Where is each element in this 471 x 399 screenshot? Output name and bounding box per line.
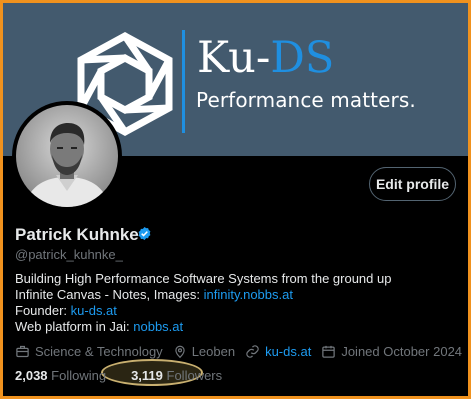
handle: @patrick_kuhnke_ bbox=[15, 247, 123, 262]
following-label: Following bbox=[51, 368, 107, 383]
meta-joined-label: Joined October 2024 bbox=[341, 344, 463, 359]
bio-line: Founder: ku-ds.at bbox=[15, 303, 391, 319]
bio-line: Building High Performance Software Syste… bbox=[15, 271, 392, 286]
logo-prefix: Ku- bbox=[197, 33, 271, 83]
briefcase-icon bbox=[16, 345, 29, 358]
follow-stats: 2,038 Following 3,119 Followers bbox=[15, 368, 222, 383]
meta-location-label: Leoben bbox=[191, 344, 236, 359]
bio: Building High Performance Software Syste… bbox=[15, 271, 391, 335]
verified-badge-icon bbox=[138, 226, 151, 241]
followers-label: Followers bbox=[166, 368, 223, 383]
bio-link[interactable]: nobbs.at bbox=[133, 319, 183, 334]
profile-card: Ku-DS Performance matters. Edit profile … bbox=[3, 3, 468, 396]
logo-wordmark: Ku-DS bbox=[197, 37, 334, 80]
meta-joined[interactable]: Joined October 2024 bbox=[321, 344, 468, 359]
meta-location: Leoben bbox=[173, 344, 235, 359]
logo-divider bbox=[182, 30, 185, 133]
chevron-right-icon bbox=[466, 345, 468, 359]
profile-meta: Science & Technology Leoben ku-ds.at Joi… bbox=[15, 344, 468, 359]
edit-profile-button[interactable]: Edit profile bbox=[369, 167, 456, 201]
bio-text: Web platform in Jai: bbox=[15, 319, 134, 334]
followers-link[interactable]: 3,119 Followers bbox=[131, 368, 222, 383]
bio-text: Infinite Canvas - Notes, Images: bbox=[15, 287, 204, 302]
bio-link[interactable]: infinity.nobbs.at bbox=[204, 287, 293, 302]
meta-category-label: Science & Technology bbox=[35, 344, 163, 359]
link-icon bbox=[246, 345, 259, 358]
calendar-icon bbox=[322, 345, 336, 358]
meta-category: Science & Technology bbox=[15, 344, 163, 359]
bio-link[interactable]: ku-ds.at bbox=[71, 303, 117, 318]
following-count: 2,038 bbox=[15, 368, 52, 383]
location-pin-icon bbox=[175, 345, 185, 359]
avatar-photo bbox=[16, 105, 118, 207]
meta-website[interactable]: ku-ds.at bbox=[245, 344, 311, 359]
bio-line: Web platform in Jai: nobbs.at bbox=[15, 319, 391, 335]
meta-website-link[interactable]: ku-ds.at bbox=[265, 344, 311, 359]
followers-count: 3,119 bbox=[131, 368, 167, 383]
bio-line: Infinite Canvas - Notes, Images: infinit… bbox=[15, 287, 391, 303]
avatar[interactable] bbox=[12, 101, 122, 211]
bio-text: Founder: bbox=[15, 303, 71, 318]
following-link[interactable]: 2,038 Following bbox=[15, 368, 106, 383]
display-name: Patrick Kuhnke bbox=[15, 225, 139, 244]
logo-tagline: Performance matters. bbox=[196, 88, 416, 112]
logo-accent: DS bbox=[270, 33, 335, 83]
